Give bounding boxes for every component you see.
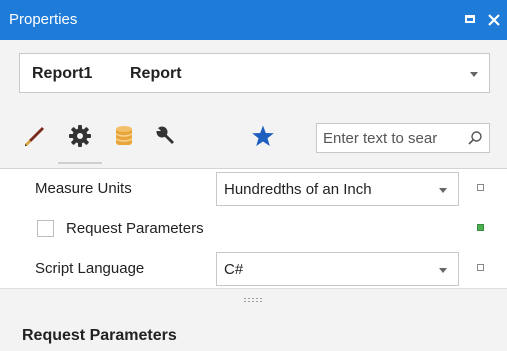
title-bar: Properties xyxy=(0,0,507,40)
property-row-script-language: Script Language C# xyxy=(0,249,507,289)
property-marker[interactable] xyxy=(477,184,484,191)
property-search[interactable] xyxy=(316,123,490,153)
object-selector[interactable]: Report1 Report xyxy=(19,53,490,93)
property-label: Script Language xyxy=(35,260,145,277)
property-marker[interactable] xyxy=(477,224,484,231)
maximize-button[interactable] xyxy=(464,13,478,27)
property-label: Request Parameters xyxy=(66,220,204,237)
description-splitter[interactable] xyxy=(0,288,507,315)
description-title: Request Parameters xyxy=(22,327,177,344)
chevron-down-icon xyxy=(439,188,447,193)
appearance-tab-button[interactable] xyxy=(18,118,50,158)
pen-icon xyxy=(25,127,44,146)
maximize-icon xyxy=(465,15,475,23)
close-button[interactable] xyxy=(487,13,501,27)
grip-icon xyxy=(243,297,263,303)
database-icon xyxy=(115,126,133,145)
wrench-icon xyxy=(155,126,174,144)
behavior-tab-button[interactable] xyxy=(58,118,102,164)
search-input[interactable] xyxy=(317,124,473,152)
star-icon xyxy=(252,125,274,146)
property-marker[interactable] xyxy=(477,264,484,271)
design-tab-button[interactable] xyxy=(150,118,182,158)
request-parameters-checkbox[interactable] xyxy=(37,220,54,237)
property-grid: Measure Units Hundredths of an Inch Requ… xyxy=(0,168,507,289)
favorites-tab-button[interactable] xyxy=(247,118,279,158)
object-name: Report1 xyxy=(32,65,93,82)
property-value: C# xyxy=(224,261,244,278)
property-row-request-parameters: Request Parameters xyxy=(0,209,507,249)
chevron-down-icon xyxy=(439,268,447,273)
data-tab-button[interactable] xyxy=(108,118,140,158)
script-language-dropdown[interactable]: C# xyxy=(216,252,459,286)
object-type: Report xyxy=(130,65,182,82)
panel-title: Properties xyxy=(9,11,78,28)
property-value: Hundredths of an Inch xyxy=(224,181,372,198)
measure-units-dropdown[interactable]: Hundredths of an Inch xyxy=(216,172,459,206)
close-icon xyxy=(488,14,500,26)
search-icon[interactable] xyxy=(467,130,483,146)
property-row-measure-units: Measure Units Hundredths of an Inch xyxy=(0,169,507,209)
chevron-down-icon xyxy=(470,72,478,77)
property-label: Measure Units xyxy=(35,180,132,197)
gear-icon xyxy=(69,125,91,147)
properties-toolbar xyxy=(0,110,507,168)
